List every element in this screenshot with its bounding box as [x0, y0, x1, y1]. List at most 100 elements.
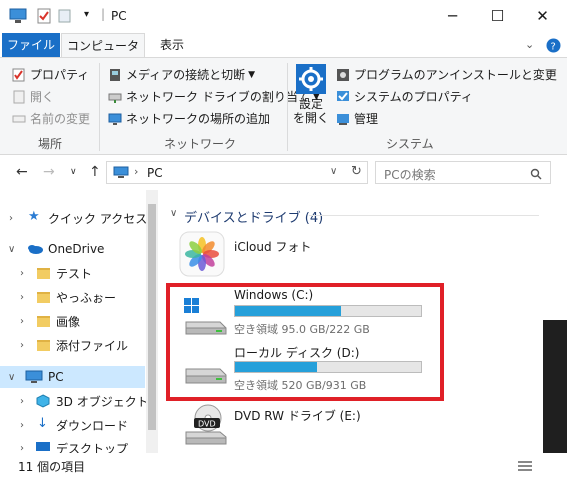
system-properties-icon: [337, 90, 349, 101]
ribbon: プロパティ 開く 名前の変更 場所 メディアの接続と切断 ▼ ネットワーク ドラ…: [0, 57, 567, 155]
tab-view[interactable]: 表示: [152, 33, 192, 58]
uninstall-program-button[interactable]: プログラムのアンインストールと変更: [336, 66, 557, 83]
add-network-location-label: ネットワークの場所の追加: [126, 112, 271, 126]
chevron-right-icon[interactable]: ›: [20, 340, 24, 351]
system-properties-button[interactable]: システムのプロパティ: [336, 88, 473, 105]
nav-folder-test[interactable]: › テスト: [0, 262, 145, 284]
system-group-label: システム: [386, 137, 434, 151]
chevron-right-icon[interactable]: ›: [20, 420, 24, 431]
dvd-drive-icon: DVD: [185, 404, 227, 445]
scrollbar-thumb[interactable]: [148, 204, 156, 430]
media-dropdown-icon: ▼: [248, 69, 256, 80]
new-folder-quick-icon[interactable]: [57, 8, 73, 24]
details-view-icon[interactable]: [518, 460, 532, 472]
nav-onedrive[interactable]: ∨ OneDrive: [0, 238, 145, 260]
chevron-right-icon[interactable]: ›: [9, 213, 13, 224]
chevron-down-icon[interactable]: ∨: [8, 244, 15, 255]
up-arrow-icon[interactable]: ↑: [89, 164, 101, 180]
section-divider: [309, 215, 539, 216]
status-bar: 11 個の項目: [0, 453, 567, 479]
back-arrow-icon[interactable]: ←: [16, 164, 28, 180]
properties-button[interactable]: プロパティ: [12, 66, 89, 83]
icloud-photos-icon: [179, 231, 225, 277]
help-icon[interactable]: ?: [546, 38, 561, 53]
open-button[interactable]: 開く: [12, 88, 54, 105]
open-settings-button[interactable]: 設定 を開く: [293, 64, 329, 132]
nav-desktop[interactable]: › デスクトップ: [0, 437, 145, 454]
pc-icon[interactable]: [9, 8, 27, 24]
tab-computer[interactable]: コンピューター: [61, 33, 145, 77]
refresh-icon[interactable]: ↻: [351, 164, 362, 179]
maximize-button[interactable]: ☐: [475, 0, 520, 33]
icloud-photos-item[interactable]: iCloud フォト: [178, 230, 398, 278]
dvd-drive-name: DVD RW ドライブ (E:): [234, 409, 361, 423]
dvd-drive-item[interactable]: DVD DVD RW ドライブ (E:): [178, 402, 428, 452]
cloud-icon: [28, 245, 43, 254]
chevron-right-icon[interactable]: ›: [20, 396, 24, 407]
nav-label: デスクトップ: [56, 441, 129, 454]
uninstall-label: プログラムのアンインストールと変更: [354, 68, 557, 82]
chevron-down-icon[interactable]: ∨: [170, 208, 177, 219]
nav-label: PC: [48, 370, 64, 384]
chevron-down-icon[interactable]: ⌄: [525, 38, 534, 51]
breadcrumb-chevron-icon[interactable]: ›: [134, 165, 138, 178]
section-title[interactable]: デバイスとドライブ (4): [184, 207, 323, 226]
breadcrumb[interactable]: PC: [147, 166, 163, 180]
properties-label: プロパティ: [30, 68, 90, 82]
folder-icon: [37, 268, 50, 279]
desktop-icon: [36, 442, 50, 451]
close-button[interactable]: ✕: [520, 0, 565, 33]
search-icon[interactable]: [530, 168, 542, 180]
network-location-icon: [108, 113, 122, 125]
minimize-button[interactable]: ─: [430, 0, 475, 33]
system-properties-label: システムのプロパティ: [354, 90, 473, 104]
forward-arrow-icon[interactable]: →: [43, 164, 55, 180]
pc-icon: [25, 370, 43, 383]
chevron-right-icon[interactable]: ›: [20, 292, 24, 303]
nav-label: クイック アクセス: [48, 211, 148, 226]
nav-folder-yaffoo[interactable]: › やっふぉー: [0, 286, 145, 308]
add-network-location-button[interactable]: ネットワークの場所の追加: [108, 110, 270, 127]
icloud-photos-label: iCloud フォト: [234, 240, 312, 254]
nav-downloads[interactable]: › ↓ ダウンロード: [0, 414, 145, 436]
window-title: PC: [111, 9, 127, 23]
media-connect-button[interactable]: メディアの接続と切断 ▼: [108, 66, 255, 83]
chevron-right-icon[interactable]: ›: [20, 443, 24, 454]
chevron-down-icon[interactable]: ∨: [8, 372, 15, 383]
content-pane: ∨ デバイスとドライブ (4) iCloud フォト Windows (C:) …: [158, 190, 567, 453]
location-group-label: 場所: [38, 137, 63, 151]
download-icon: ↓: [37, 416, 48, 431]
nav-3d-objects[interactable]: › 3D オブジェクト: [0, 390, 149, 412]
recent-locations-icon[interactable]: ∨: [70, 167, 77, 177]
manage-button[interactable]: 管理: [336, 110, 378, 127]
chevron-right-icon[interactable]: ›: [20, 316, 24, 327]
star-icon: ★: [28, 209, 40, 224]
customize-quick-access-icon[interactable]: ▾: [84, 9, 89, 20]
group-separator: [99, 63, 100, 151]
tab-file[interactable]: ファイル: [2, 33, 60, 58]
properties-quick-icon[interactable]: [36, 8, 52, 24]
rename-label: 名前の変更: [30, 112, 91, 126]
manage-icon: [337, 113, 349, 125]
nav-pc[interactable]: ∨ PC: [0, 366, 145, 388]
ribbon-tabs: ファイル コンピューター 表示 ⌄ ?: [0, 33, 567, 77]
nav-label: 画像: [56, 314, 81, 329]
search-input[interactable]: PCの検索: [375, 161, 551, 184]
nav-label: 添付ファイル: [56, 338, 129, 353]
address-dropdown-icon[interactable]: ∨: [330, 166, 337, 177]
dvd-badge: DVD: [198, 420, 216, 429]
address-bar[interactable]: › PC ∨ ↻: [106, 161, 368, 184]
chevron-right-icon[interactable]: ›: [20, 268, 24, 279]
svg-text:?: ?: [551, 42, 556, 53]
properties-icon: [12, 68, 25, 81]
open-label: 開く: [30, 90, 55, 104]
settings-label-1: 設定: [298, 97, 323, 111]
nav-folder-images[interactable]: › 画像: [0, 310, 145, 332]
rename-button[interactable]: 名前の変更: [12, 110, 90, 127]
nav-scrollbar[interactable]: [146, 190, 158, 453]
rename-icon: [12, 115, 26, 122]
network-group-label: ネットワーク: [164, 137, 237, 151]
nav-quick-access[interactable]: › ★ クイック アクセス: [0, 207, 148, 229]
nav-folder-attachments[interactable]: › 添付ファイル: [0, 334, 145, 356]
network-drive-icon: [108, 93, 122, 103]
